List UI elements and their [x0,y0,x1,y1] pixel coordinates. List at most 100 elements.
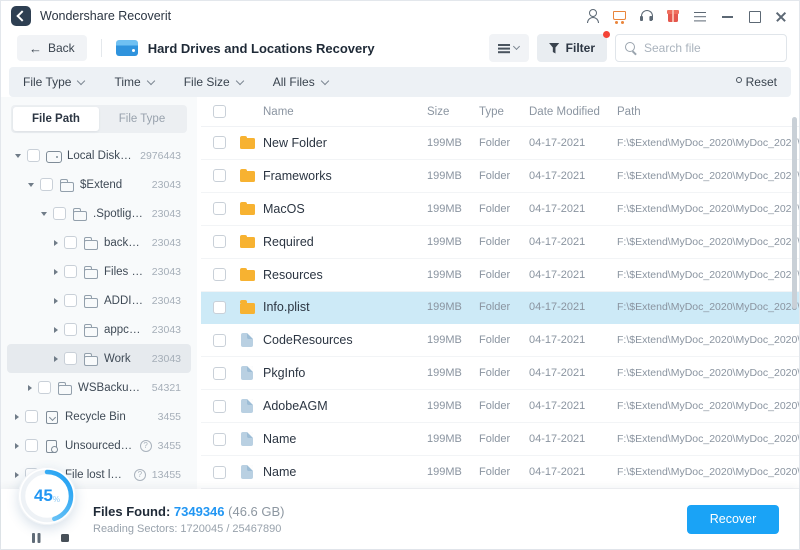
row-checkbox[interactable] [213,333,226,347]
sidebar-tab[interactable]: File Path [13,107,99,131]
row-path: F:\$Extend\MyDoc_2020\MyDoc_2020\M... [617,400,799,413]
help-icon[interactable]: ? [139,439,152,452]
maximize-icon[interactable] [746,8,762,24]
tree-item[interactable]: Work ? 23043 [7,344,191,373]
close-icon[interactable] [773,8,789,24]
row-path: F:\$Extend\MyDoc_2020\MyDoc_2020\M... [617,433,799,446]
row-checkbox[interactable] [213,300,226,314]
row-checkbox[interactable] [213,268,226,282]
tree-checkbox[interactable] [64,323,77,336]
tree-item-count: 23043 [151,236,181,249]
table-row[interactable]: Frameworks 199MB Folder 04-17-2021 F:\$E… [201,160,799,193]
tree-caret-icon[interactable] [15,413,19,420]
file-icon [241,366,253,381]
tree-checkbox[interactable] [27,149,40,162]
menu-icon[interactable] [692,8,708,24]
tree-caret-icon[interactable] [15,442,19,449]
reset-filters-button[interactable]: Reset [735,75,777,89]
tree-item[interactable]: Files Lost Origri... ? 23043 [7,257,191,286]
row-checkbox[interactable] [213,169,226,183]
filter-notification-dot [603,31,610,38]
headset-icon[interactable] [638,8,654,24]
row-checkbox[interactable] [213,235,226,249]
tree-caret-icon[interactable] [54,268,58,275]
table-row[interactable]: New Folder 199MB Folder 04-17-2021 F:\$E… [201,127,799,160]
tree-caret-icon[interactable] [41,211,47,216]
vertical-scrollbar[interactable] [792,117,797,309]
row-checkbox[interactable] [213,432,226,446]
sidebar-tab[interactable]: File Type [99,107,185,131]
row-size: 199MB [427,367,462,380]
tree-caret-icon[interactable] [28,182,34,187]
sidebar-tabs: File Path File Type [11,105,187,133]
tree-checkbox[interactable] [53,207,66,220]
tree-checkbox[interactable] [64,236,77,249]
tree-checkbox[interactable] [40,178,53,191]
table-row[interactable]: Required 199MB Folder 04-17-2021 F:\$Ext… [201,226,799,259]
tree-item[interactable]: Local Disk (F:) ? 2976443 [7,141,191,170]
filter-dropdown[interactable]: All Files [273,75,329,89]
chevron-down-icon [235,76,244,85]
filter-dropdown[interactable]: Time [114,75,155,89]
minimize-icon[interactable] [719,8,735,24]
tree-caret-icon[interactable] [28,384,32,391]
table-row[interactable]: PkgInfo 199MB Folder 04-17-2021 F:\$Exte… [201,357,799,391]
table-row[interactable]: Name 199MB Folder 04-17-2021 F:\$Extend\… [201,423,799,457]
tree-item[interactable]: ADDINS ? 23043 [7,286,191,315]
row-date: 04-17-2021 [529,400,586,413]
content: File Path File Type Local Disk (F:) ? [1,97,799,489]
tree-checkbox[interactable] [25,410,38,423]
select-all-checkbox[interactable] [213,105,226,118]
row-name: Name [263,465,297,480]
row-size: 199MB [427,136,462,149]
user-icon[interactable] [584,8,600,24]
back-button[interactable]: Back [17,35,87,61]
tree-caret-icon[interactable] [54,239,58,246]
row-checkbox[interactable] [213,366,226,380]
table-row[interactable]: CodeResources 199MB Folder 04-17-2021 F:… [201,324,799,358]
files-found-size: (46.6 GB) [228,503,285,519]
cart-icon[interactable] [611,8,627,24]
table-row[interactable]: Resources 199MB Folder 04-17-2021 F:\$Ex… [201,259,799,292]
table-row[interactable]: Info.plist 199MB Folder 04-17-2021 F:\$E… [201,291,799,325]
tree-item[interactable]: WSBackupData ? 54321 [7,373,191,402]
tree-caret-icon[interactable] [54,355,58,362]
row-checkbox[interactable] [213,465,226,479]
help-icon[interactable]: ? [133,468,146,481]
table-row[interactable]: MacOS 199MB Folder 04-17-2021 F:\$Extend… [201,193,799,226]
tree-item[interactable]: backupdata ? 23043 [7,228,191,257]
chevron-down-icon [320,76,329,85]
tree-caret-icon[interactable] [54,326,58,333]
row-checkbox[interactable] [213,202,226,216]
tree-caret-icon[interactable] [54,297,58,304]
tree-item[interactable]: Recycle Bin ? 3455 [7,402,191,431]
pause-icon[interactable] [32,533,41,543]
filter-dropdown[interactable]: File Type [23,75,86,89]
filter-dropdown[interactable]: File Size [184,75,244,89]
tree-checkbox[interactable] [64,265,77,278]
tree-checkbox[interactable] [64,294,77,307]
reset-label: Reset [745,75,777,89]
tree-item[interactable]: appcompat ? 23043 [7,315,191,344]
table-row[interactable]: Name 199MB Folder 04-17-2021 F:\$Extend\… [201,456,799,489]
filter-button[interactable]: Filter [536,31,610,62]
row-name: Required [263,234,314,249]
tree-checkbox[interactable] [64,352,77,365]
table-row[interactable]: AdobeAGM 199MB Folder 04-17-2021 F:\$Ext… [201,390,799,424]
row-checkbox[interactable] [213,399,226,413]
tree-item[interactable]: $Extend ? 23043 [7,170,191,199]
tree-item-label: Local Disk (F:) [67,149,135,162]
view-mode-button[interactable] [488,34,529,62]
tree-checkbox[interactable] [38,381,51,394]
search-icon [624,41,638,55]
row-checkbox[interactable] [213,136,226,150]
recover-button[interactable]: Recover [687,504,779,534]
tree-checkbox[interactable] [25,439,38,452]
tree-item[interactable]: Unsourced files ? 3455 [7,431,191,460]
search-input[interactable] [644,41,778,55]
tree-item[interactable]: .Spotlight-V10000... ? 23043 [7,199,191,228]
filter-dropdown-label: Time [114,75,141,89]
gift-icon[interactable] [665,8,681,24]
stop-icon[interactable] [61,534,69,542]
tree-caret-icon[interactable] [15,153,21,158]
